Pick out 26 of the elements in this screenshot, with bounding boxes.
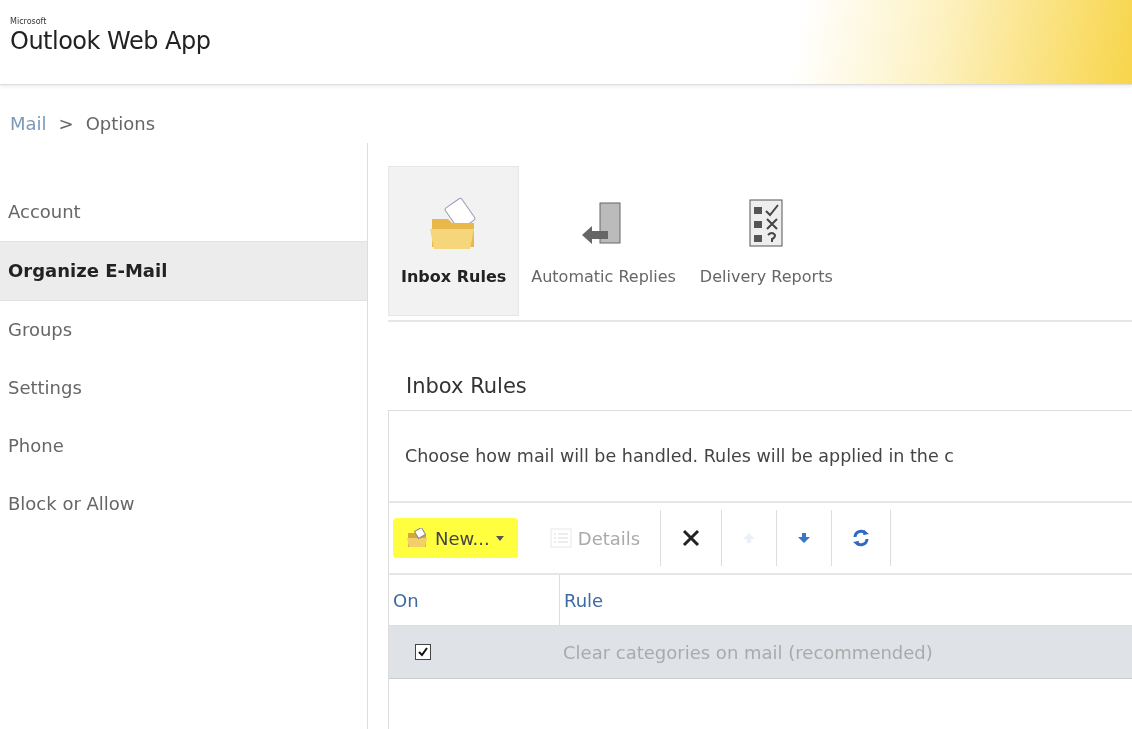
delete-icon	[681, 528, 702, 548]
folder-icon	[407, 528, 429, 548]
table-cell-text: Clear categories on mail (recommended)	[562, 641, 934, 663]
app-title: Outlook Web App	[10, 27, 212, 55]
checkbox[interactable]	[415, 643, 431, 660]
sidebar-item[interactable]: Settings	[0, 359, 367, 417]
sidebar-item[interactable]: Groups	[0, 301, 367, 359]
column-header[interactable]: On	[389, 575, 559, 625]
sidebar-item[interactable]: Phone	[0, 417, 367, 475]
tab[interactable]: Automatic Replies	[519, 166, 688, 316]
sidebar-item[interactable]: Account	[0, 183, 367, 241]
breadcrumb-link[interactable]: Mail	[10, 112, 47, 134]
new-button[interactable]: New...	[393, 518, 518, 558]
breadcrumb-text: >	[58, 112, 74, 134]
sidebar-item[interactable]: Organize E-Mail	[0, 241, 367, 301]
column-header[interactable]: Rule	[559, 575, 1132, 625]
down-arrow-icon	[797, 532, 812, 544]
caret-icon	[495, 535, 504, 541]
refresh-icon	[852, 528, 871, 548]
tab[interactable]: Delivery Reports	[687, 166, 845, 316]
brand-small: Microsoft	[10, 17, 48, 27]
breadcrumb-text: Options	[85, 112, 156, 134]
section-title: Inbox Rules	[406, 374, 528, 400]
description-text: Choose how mail will be handled. Rules will be applied in the c	[404, 445, 955, 468]
tab[interactable]: Inbox Rules	[388, 166, 520, 316]
sidebar-item[interactable]: Block or Allow	[0, 475, 367, 533]
